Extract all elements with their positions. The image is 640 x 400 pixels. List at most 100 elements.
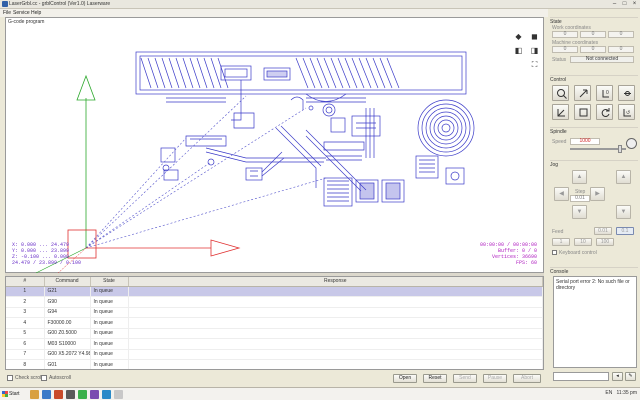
abort-button[interactable]: Abort: [513, 374, 541, 383]
spindle-speed-input[interactable]: 1000: [570, 138, 600, 145]
console-send-button[interactable]: ◂: [612, 372, 623, 381]
taskbar-chrome-icon[interactable]: [78, 390, 87, 399]
menu-help[interactable]: Help: [31, 10, 41, 16]
console-clear-button[interactable]: ✎: [625, 372, 636, 381]
console-input[interactable]: [553, 372, 609, 381]
table-row[interactable]: 2 G90 In queue: [6, 296, 543, 308]
svg-text:↺: ↺: [626, 110, 630, 116]
step-100-button[interactable]: 100: [596, 238, 614, 246]
table-row[interactable]: 7G00 X5.2072 Y4.9853In queue: [6, 349, 543, 360]
col-command[interactable]: Command: [44, 277, 91, 287]
close-button[interactable]: ×: [630, 1, 639, 8]
keyboard-control-checkbox[interactable]: [552, 250, 557, 255]
zero-xy-button[interactable]: [574, 85, 591, 101]
taskbar-app-icon[interactable]: [54, 390, 63, 399]
cell-state: In queue: [90, 286, 129, 297]
reset-machine-button[interactable]: ↺: [618, 104, 635, 120]
file-controls: Check scroll Autoscroll Open Reset Send …: [5, 372, 544, 384]
home-button[interactable]: [552, 85, 569, 101]
zero-z-button[interactable]: [618, 85, 635, 101]
step-0-1-button[interactable]: 0.1: [616, 227, 634, 235]
clock[interactable]: 11:35 pm: [617, 390, 637, 396]
taskbar-media-icon[interactable]: [66, 390, 75, 399]
table-row[interactable]: 6 M03 S10000 In queue: [6, 338, 543, 350]
step-10-button[interactable]: 10: [574, 238, 592, 246]
jog-y-minus-button[interactable]: ▼: [572, 205, 587, 219]
spindle-toggle-icon[interactable]: [626, 138, 637, 149]
cell-command: G94: [44, 307, 91, 318]
view-top-icon[interactable]: ◆: [514, 32, 523, 41]
maximize-button[interactable]: □: [620, 1, 629, 8]
reset-icon: ↺: [623, 109, 631, 117]
col-number[interactable]: #: [6, 277, 45, 287]
work-y-field: 0: [580, 31, 606, 38]
taskbar-ie-icon[interactable]: [42, 390, 51, 399]
cell-response: [128, 328, 543, 339]
taskbar-tool-icon[interactable]: [90, 390, 99, 399]
autoscroll-checkbox[interactable]: [41, 375, 47, 381]
safe-position-button[interactable]: [574, 104, 591, 120]
step-1-button[interactable]: 1: [552, 238, 570, 246]
unlock-button[interactable]: [596, 104, 613, 120]
table-row[interactable]: 5 G00 Z0.5000 In queue: [6, 328, 543, 339]
view-iso-icon[interactable]: ◨: [530, 46, 539, 55]
refresh-icon: [601, 108, 610, 118]
cell-number: 1: [6, 286, 45, 297]
cell-response: [128, 296, 543, 308]
table-row[interactable]: 4 F30000.00 In queue: [6, 317, 543, 329]
toolpath-scene: [35, 51, 475, 274]
table-row[interactable]: 1 G21 In queue: [6, 286, 543, 297]
zero-xy-icon: [579, 89, 588, 98]
open-button[interactable]: Open: [393, 374, 417, 383]
command-table[interactable]: # Command State Response 1 G21 In queue 2 G9…: [5, 276, 544, 370]
cell-command: G90: [44, 296, 91, 308]
title-bar: LaserGrbl.cc - grblControl (Ver1.0) Lase…: [0, 0, 640, 9]
menu-service[interactable]: Service: [13, 10, 30, 16]
menu-file[interactable]: File: [3, 10, 11, 16]
check-scroll-label: Check scroll: [15, 375, 43, 381]
fit-view-icon[interactable]: ⛶: [530, 60, 539, 69]
send-button[interactable]: Send: [453, 374, 477, 383]
jog-z-minus-button[interactable]: ▼: [616, 205, 631, 219]
jog-z-plus-button[interactable]: ▲: [616, 170, 631, 184]
console-output[interactable]: Serial port error 2: No such file or dir…: [553, 276, 637, 368]
view-left-icon[interactable]: ◧: [514, 46, 523, 55]
cell-state: In queue: [90, 338, 129, 350]
start-button[interactable]: Start: [1, 389, 23, 399]
feed-label: Feed: [552, 229, 564, 235]
jog-x-minus-button[interactable]: ◀: [554, 187, 569, 201]
reset-button[interactable]: Reset: [423, 374, 447, 383]
gcode-viewer[interactable]: G-code program ◆ ◼ ◧ ◨ ⛶ X: 0.000 ... 24…: [5, 17, 544, 274]
work-x-field: 0: [552, 31, 578, 38]
restore-origin-button[interactable]: 0: [596, 85, 613, 101]
taskbar-misc-icon[interactable]: [114, 390, 123, 399]
step-input[interactable]: 0.01: [570, 195, 590, 202]
speed-label: Speed: [552, 139, 567, 145]
autoscroll-label: Autoscroll: [49, 375, 71, 381]
view-front-icon[interactable]: ◼: [530, 32, 539, 41]
minimize-button[interactable]: –: [610, 1, 619, 8]
slider-handle[interactable]: [618, 145, 622, 153]
origin-icon: 0: [602, 90, 609, 98]
col-response[interactable]: Response: [128, 277, 543, 287]
jog-y-plus-button[interactable]: ▲: [572, 170, 587, 184]
jog-x-plus-button[interactable]: ▶: [590, 187, 605, 201]
cell-number: 5: [6, 328, 45, 339]
taskbar-explorer-icon[interactable]: [30, 390, 39, 399]
language-indicator[interactable]: EN: [605, 390, 612, 396]
step-0-01-button[interactable]: 0.01: [594, 227, 612, 235]
check-scroll-checkbox[interactable]: [7, 375, 13, 381]
table-row[interactable]: 8 G01 In queue: [6, 359, 543, 369]
taskbar-grbl-icon[interactable]: [102, 390, 111, 399]
cell-state: In queue: [90, 349, 129, 360]
status-value: Not connected: [570, 56, 634, 63]
col-state[interactable]: State: [90, 277, 129, 287]
viewer-tab-label[interactable]: G-code program: [8, 19, 44, 25]
pause-button[interactable]: Pause: [483, 374, 507, 383]
cell-number: 2: [6, 296, 45, 308]
cell-number: 7: [6, 349, 45, 360]
table-row[interactable]: 3 G94 In queue: [6, 307, 543, 318]
probe-button[interactable]: [552, 104, 569, 120]
windows-logo-icon: [2, 391, 8, 397]
cell-command: G21: [44, 286, 91, 297]
